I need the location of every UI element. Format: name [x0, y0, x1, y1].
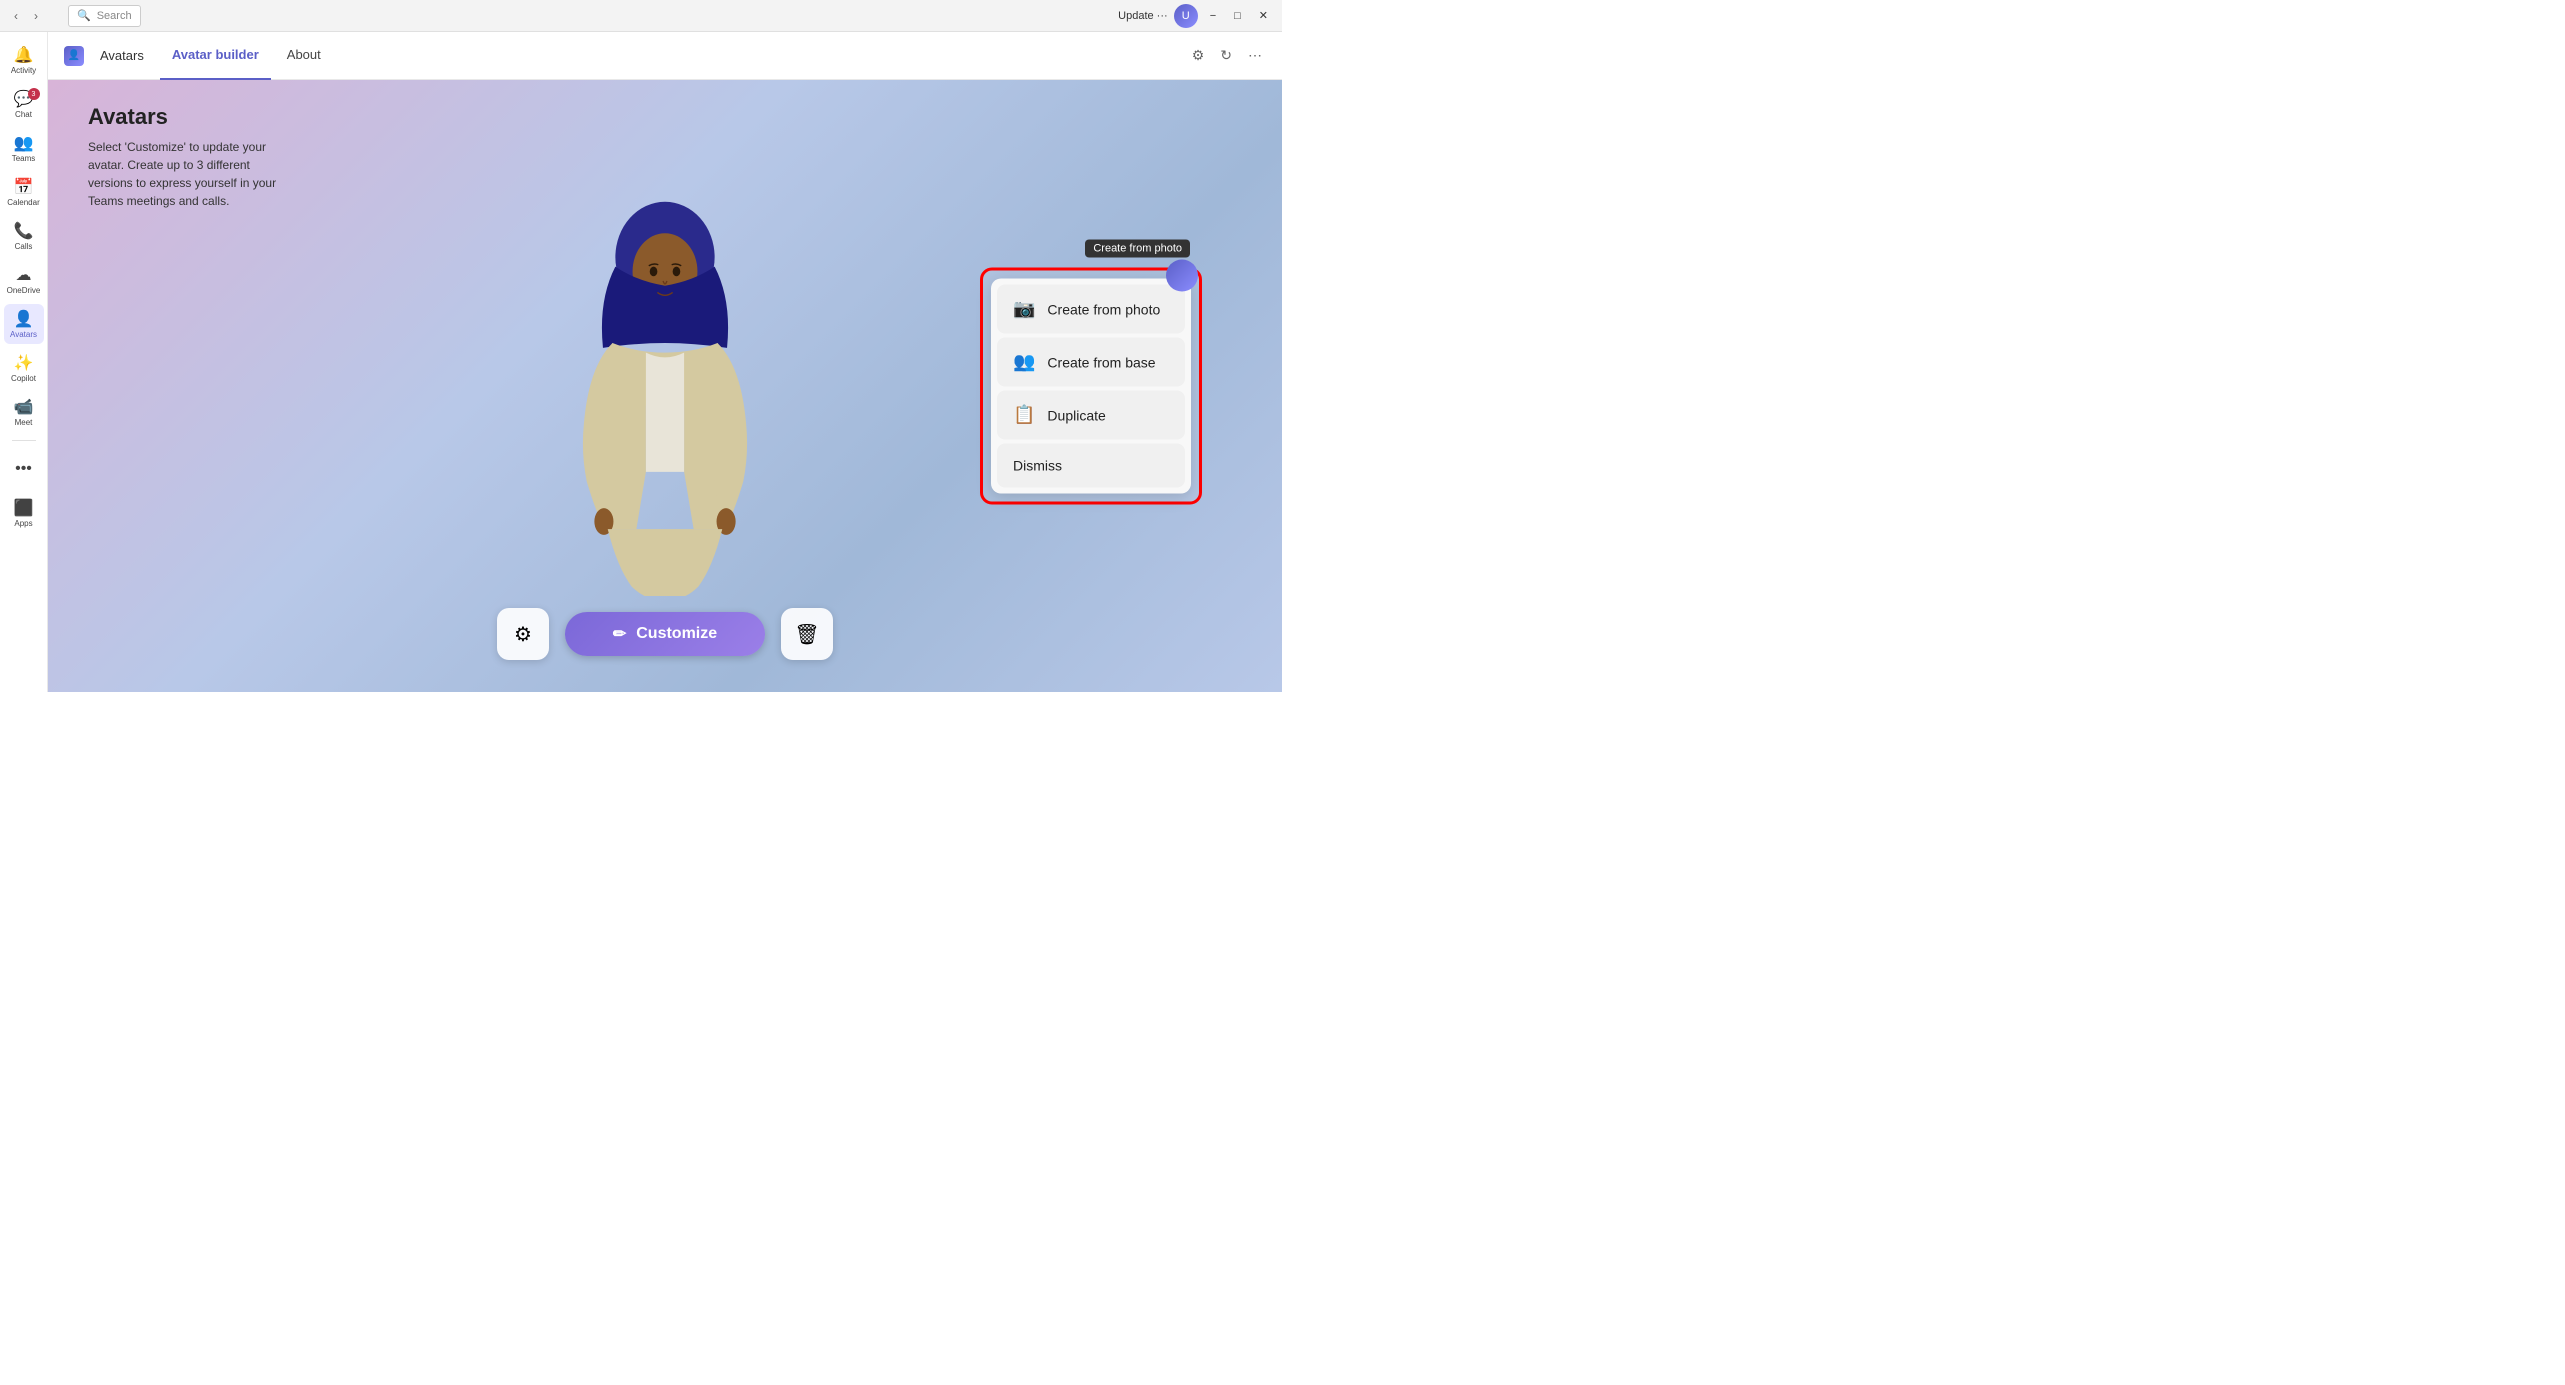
base-avatar-icon: 👥: [1013, 352, 1035, 373]
search-placeholder: Search: [97, 10, 132, 22]
red-border-box: Create from photo 📷 Create from photo 👥 …: [980, 268, 1202, 505]
sidebar-divider: [12, 440, 36, 441]
dismiss-label: Dismiss: [1013, 458, 1062, 474]
app-icon-label: 👤: [68, 50, 80, 61]
user-avatar[interactable]: U: [1174, 4, 1198, 28]
refresh-icon-btn[interactable]: ↻: [1216, 43, 1236, 68]
tab-about[interactable]: About: [275, 32, 333, 80]
close-button[interactable]: ✕: [1253, 7, 1274, 24]
main-area: Avatars Select 'Customize' to update you…: [48, 80, 1282, 692]
customize-button[interactable]: ✏ Customize: [565, 612, 765, 656]
menu-item-duplicate[interactable]: 📋 Duplicate: [997, 391, 1185, 440]
chat-badge: 3: [28, 88, 40, 100]
tooltip-label: Create from photo: [1085, 240, 1190, 258]
create-from-photo-label: Create from photo: [1047, 301, 1160, 317]
sidebar-item-apps[interactable]: ⬛ Apps: [4, 493, 44, 533]
page-title: Avatars: [88, 104, 288, 130]
delete-icon: 🗑: [794, 622, 819, 647]
create-from-base-label: Create from base: [1047, 354, 1155, 370]
sidebar-item-avatars[interactable]: 👤 Avatars: [4, 304, 44, 344]
meet-icon: 📹: [14, 397, 34, 417]
duplicate-icon: 📋: [1013, 405, 1035, 426]
avatar-create-trigger[interactable]: [1166, 260, 1198, 292]
calendar-icon: 📅: [14, 177, 34, 197]
avatar-figure: [555, 186, 775, 586]
apps-icon: ⬛: [14, 498, 34, 518]
top-nav: 👤 Avatars Avatar builder About ⚙ ↻ ⋯: [48, 32, 1282, 80]
sidebar-label-calendar: Calendar: [7, 198, 39, 207]
content-area: 👤 Avatars Avatar builder About ⚙ ↻ ⋯ Ava: [48, 32, 1282, 692]
top-nav-right: ⚙ ↻ ⋯: [1188, 43, 1266, 68]
menu-item-create-from-photo[interactable]: 📷 Create from photo: [997, 285, 1185, 334]
more-icon-btn[interactable]: ⋯: [1244, 43, 1266, 68]
breadcrumb: Avatars: [100, 48, 144, 63]
bottom-toolbar: ⚙ ✏ Customize 🗑: [497, 608, 833, 660]
sidebar-item-chat[interactable]: 💬 Chat 3: [4, 84, 44, 124]
sidebar-label-calls: Calls: [15, 242, 33, 251]
sidebar-label-apps: Apps: [14, 519, 32, 528]
calls-icon: 📞: [14, 221, 34, 241]
onedrive-icon: ☁: [16, 265, 32, 285]
minimize-button[interactable]: −: [1204, 8, 1222, 24]
customize-icon: ✏: [613, 624, 626, 644]
sidebar-label-meet: Meet: [15, 418, 33, 427]
title-bar: ‹ › 🔍 Search Update ··· U − □ ✕: [0, 0, 1282, 32]
settings-icon: ⚙: [514, 622, 532, 647]
avatars-icon: 👤: [14, 309, 34, 329]
more-icon: •••: [15, 460, 32, 478]
activity-icon: 🔔: [14, 45, 34, 65]
sidebar: 🔔 Activity 💬 Chat 3 👥 Teams 📅 Calendar 📞…: [0, 32, 48, 692]
teams-icon: 👥: [14, 133, 34, 153]
sidebar-item-meet[interactable]: 📹 Meet: [4, 392, 44, 432]
sidebar-item-more[interactable]: •••: [4, 449, 44, 489]
menu-item-create-from-base[interactable]: 👥 Create from base: [997, 338, 1185, 387]
page-header: Avatars Select 'Customize' to update you…: [88, 104, 288, 210]
search-icon: 🔍: [77, 9, 91, 22]
tab-avatar-builder[interactable]: Avatar builder: [160, 32, 271, 80]
sidebar-label-onedrive: OneDrive: [7, 286, 41, 295]
settings-button[interactable]: ⚙: [497, 608, 549, 660]
title-bar-left: ‹ › 🔍 Search: [8, 5, 157, 27]
avatar-svg: [555, 176, 775, 596]
sidebar-item-teams[interactable]: 👥 Teams: [4, 128, 44, 168]
camera-icon: 📷: [1013, 299, 1035, 320]
customize-label: Customize: [636, 625, 717, 643]
sidebar-item-calls[interactable]: 📞 Calls: [4, 216, 44, 256]
title-bar-nav: ‹ ›: [8, 7, 44, 25]
sidebar-item-calendar[interactable]: 📅 Calendar: [4, 172, 44, 212]
menu-item-dismiss[interactable]: Dismiss: [997, 444, 1185, 488]
sidebar-item-copilot[interactable]: ✨ Copilot: [4, 348, 44, 388]
sidebar-label-chat: Chat: [15, 110, 32, 119]
duplicate-label: Duplicate: [1047, 407, 1105, 423]
top-nav-tabs: Avatar builder About: [160, 32, 333, 80]
sidebar-label-teams: Teams: [12, 154, 36, 163]
sidebar-item-activity[interactable]: 🔔 Activity: [4, 40, 44, 80]
app-layout: 🔔 Activity 💬 Chat 3 👥 Teams 📅 Calendar 📞…: [0, 32, 1282, 692]
app-icon: 👤: [64, 46, 84, 66]
update-label: Update ···: [1118, 10, 1168, 22]
nav-forward-button[interactable]: ›: [28, 7, 44, 25]
page-subtitle: Select 'Customize' to update your avatar…: [88, 138, 288, 210]
nav-back-button[interactable]: ‹: [8, 7, 24, 25]
context-menu: 📷 Create from photo 👥 Create from base 📋…: [991, 279, 1191, 494]
sidebar-label-copilot: Copilot: [11, 374, 36, 383]
search-bar: 🔍 Search: [68, 5, 141, 27]
context-menu-wrapper: Create from photo 📷 Create from photo 👥 …: [980, 268, 1202, 505]
sidebar-label-activity: Activity: [11, 66, 36, 75]
sidebar-item-onedrive[interactable]: ☁ OneDrive: [4, 260, 44, 300]
title-bar-right: Update ··· U − □ ✕: [1118, 4, 1274, 28]
maximize-button[interactable]: □: [1228, 8, 1247, 24]
delete-button[interactable]: 🗑: [781, 608, 833, 660]
settings-icon-btn[interactable]: ⚙: [1188, 43, 1209, 68]
copilot-icon: ✨: [14, 353, 34, 373]
sidebar-label-avatars: Avatars: [10, 330, 37, 339]
